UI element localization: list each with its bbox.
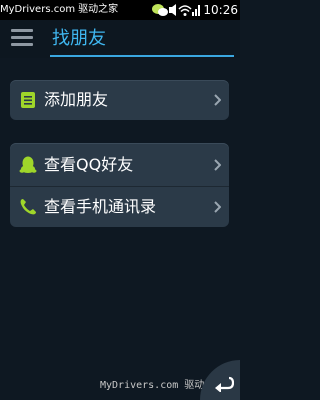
status-site: MyDrivers.com 驱动之家 — [0, 3, 118, 17]
page-title: 找朋友 — [52, 28, 106, 49]
chevron-right-icon — [214, 94, 221, 106]
view-qq-friends-row[interactable]: 查看QQ好友 — [10, 145, 229, 185]
status-bar: MyDrivers.com 驱动之家 10:26 — [0, 0, 240, 20]
view-contacts-label: 查看手机通讯录 — [44, 197, 157, 216]
status-icons — [152, 2, 202, 18]
back-button[interactable] — [200, 360, 240, 400]
add-friend-row[interactable]: 添加朋友 — [10, 80, 229, 120]
site-name: 驱动之家 — [78, 4, 119, 15]
phone-icon — [20, 199, 36, 215]
status-time: 10:26 — [203, 3, 238, 17]
title-underline — [50, 55, 234, 57]
add-friend-card: 添加朋友 — [10, 80, 229, 120]
wechat-icon — [152, 4, 168, 16]
add-friend-label: 添加朋友 — [44, 90, 109, 109]
contacts-book-icon — [21, 92, 35, 108]
view-contacts-row[interactable]: 查看手机通讯录 — [10, 187, 229, 227]
chevron-right-icon — [214, 201, 221, 213]
signal-icon — [192, 5, 200, 16]
mute-icon — [169, 4, 176, 16]
app-bar: 找朋友 — [0, 20, 240, 58]
back-arrow-icon — [215, 376, 234, 392]
view-qq-friends-label: 查看QQ好友 — [44, 155, 134, 174]
view-friends-card: 查看QQ好友 查看手机通讯录 — [10, 143, 229, 227]
menu-icon[interactable] — [11, 29, 33, 49]
wifi-icon — [178, 5, 192, 16]
qq-penguin-icon — [19, 156, 37, 173]
chevron-right-icon — [214, 159, 221, 171]
site-text: MyDrivers.com — [0, 4, 76, 15]
